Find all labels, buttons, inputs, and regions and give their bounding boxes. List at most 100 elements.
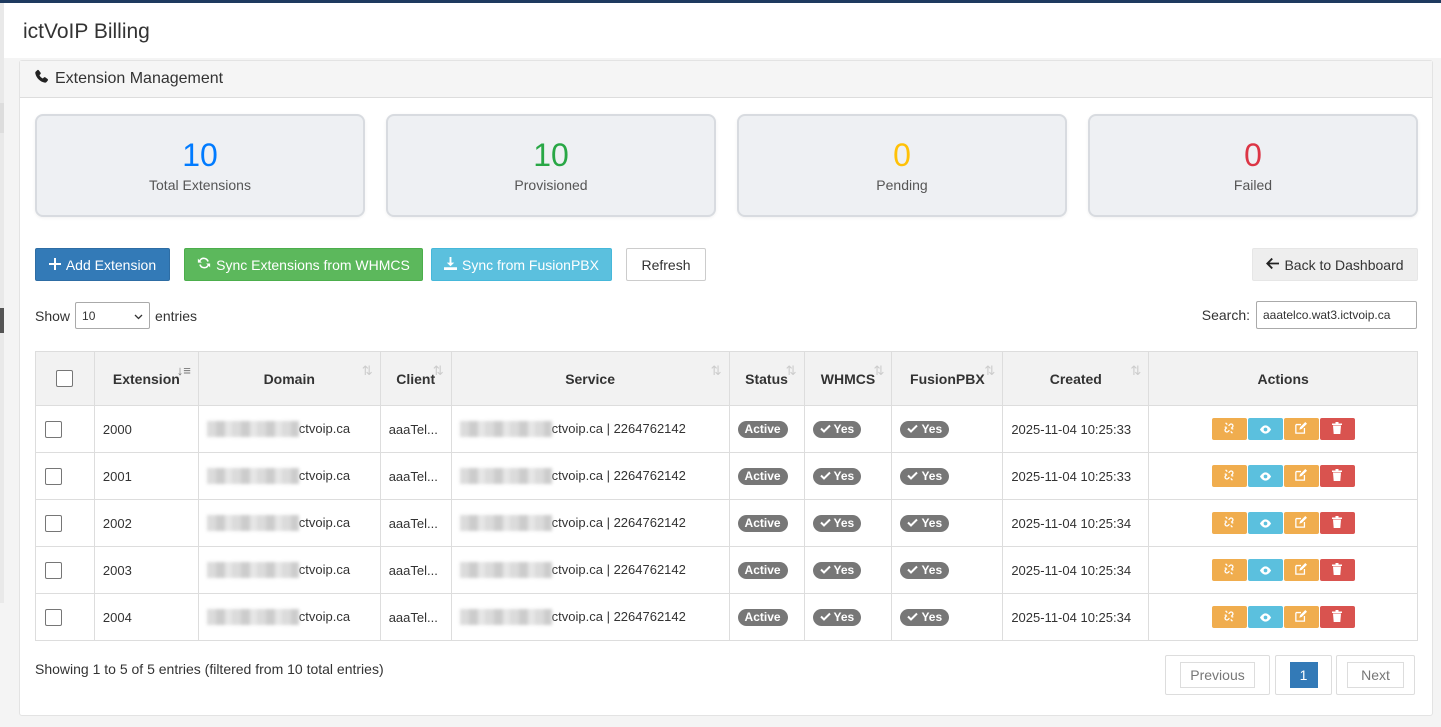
show-label: Show xyxy=(35,307,71,324)
page-1-button[interactable]: 1 xyxy=(1289,662,1318,688)
created-value: 2025-11-04 10:25:34 xyxy=(1011,515,1132,531)
column-fusionpbx[interactable]: FusionPBX ⇅ xyxy=(891,351,1004,406)
fusionpbx-text: Yes xyxy=(921,610,943,624)
whmcs-text: Yes xyxy=(833,563,855,577)
refresh-button[interactable]: Refresh xyxy=(626,248,706,281)
column-created[interactable]: Created ⇅ xyxy=(1002,351,1150,406)
unlink-button[interactable] xyxy=(1211,465,1247,487)
row-checkbox[interactable] xyxy=(45,514,62,532)
arrow-left-icon xyxy=(1266,257,1280,273)
unlink-button[interactable] xyxy=(1211,606,1247,628)
created-cell: 2025-11-04 10:25:34 xyxy=(1002,546,1150,594)
plus-icon xyxy=(48,257,61,273)
eye-icon xyxy=(1259,563,1272,578)
domain-cell: ctvoip.ca xyxy=(197,452,381,500)
fusionpbx-text: Yes xyxy=(921,422,943,436)
service-value: ctvoip.ca | 2264762142 xyxy=(551,608,686,624)
column-status[interactable]: Status ⇅ xyxy=(728,351,805,406)
sync-whmcs-button[interactable]: Sync Extensions from WHMCS xyxy=(184,248,423,281)
unlink-button[interactable] xyxy=(1211,512,1247,534)
edit-button[interactable] xyxy=(1283,512,1319,534)
column-client[interactable]: Client ⇅ xyxy=(379,351,452,406)
view-button[interactable] xyxy=(1247,418,1283,440)
delete-button[interactable] xyxy=(1319,465,1355,487)
whmcs-text: Yes xyxy=(833,516,855,530)
delete-button[interactable] xyxy=(1319,559,1355,581)
fusionpbx-badge: Yes xyxy=(900,467,950,485)
row-checkbox[interactable] xyxy=(45,420,62,438)
previous-page-button[interactable]: Previous xyxy=(1180,662,1255,688)
extension-cell: 2000 xyxy=(93,405,199,453)
select-all-checkbox[interactable] xyxy=(56,370,74,388)
edit-button[interactable] xyxy=(1283,606,1319,628)
edit-icon xyxy=(1295,562,1308,578)
view-button[interactable] xyxy=(1247,606,1283,628)
edit-button[interactable] xyxy=(1283,559,1319,581)
next-page-button[interactable]: Next xyxy=(1347,662,1404,688)
whmcs-cell: Yes xyxy=(803,452,893,500)
column-extension[interactable]: Extension ↓≡ xyxy=(93,351,199,406)
sync-fusionpbx-button[interactable]: Sync from FusionPBX xyxy=(431,248,612,281)
entries-select[interactable]: 10 xyxy=(75,302,151,329)
panel-title: Extension Management xyxy=(55,70,224,87)
actions-cell xyxy=(1148,593,1418,641)
stat-card-failed: 0 Failed xyxy=(1088,114,1418,217)
edit-button[interactable] xyxy=(1283,418,1319,440)
created-cell: 2025-11-04 10:25:34 xyxy=(1002,593,1150,641)
column-service[interactable]: Service ⇅ xyxy=(450,351,730,406)
view-button[interactable] xyxy=(1247,465,1283,487)
row-checkbox[interactable] xyxy=(45,467,62,485)
view-button[interactable] xyxy=(1247,512,1283,534)
view-button[interactable] xyxy=(1247,559,1283,581)
add-extension-label: Add Extension xyxy=(65,256,157,273)
check-icon xyxy=(907,563,919,577)
sort-icon: ⇅ xyxy=(432,363,444,378)
fusionpbx-badge: Yes xyxy=(900,608,950,626)
sync-fusionpbx-label: Sync from FusionPBX xyxy=(462,256,599,273)
created-cell: 2025-11-04 10:25:33 xyxy=(1002,452,1150,500)
stat-value: 0 xyxy=(893,137,911,173)
service-value: ctvoip.ca | 2264762142 xyxy=(551,467,686,483)
extension-value: 2004 xyxy=(102,609,132,625)
back-to-dashboard-button[interactable]: Back to Dashboard xyxy=(1252,248,1418,281)
column-whmcs[interactable]: WHMCS ⇅ xyxy=(803,351,893,406)
redacted-text xyxy=(459,468,552,485)
panel-heading: Extension Management xyxy=(20,61,1432,98)
sidebar-edge xyxy=(0,3,4,603)
row-checkbox[interactable] xyxy=(45,561,62,579)
fusionpbx-cell: Yes xyxy=(891,499,1004,547)
delete-button[interactable] xyxy=(1319,606,1355,628)
column-label: Created xyxy=(1049,370,1102,387)
unlink-button[interactable] xyxy=(1211,418,1247,440)
check-icon xyxy=(819,563,831,577)
status-cell: Active xyxy=(728,593,805,641)
client-cell: aaaTel... xyxy=(379,405,452,453)
table-header-row: Extension ↓≡ Domain ⇅ Client ⇅ Service ⇅ Sta… xyxy=(35,351,1418,406)
domain-cell: ctvoip.ca xyxy=(197,546,381,594)
row-checkbox[interactable] xyxy=(45,608,62,626)
stat-label: Total Extensions xyxy=(149,177,251,193)
add-extension-button[interactable]: Add Extension xyxy=(35,248,170,281)
check-icon xyxy=(907,469,919,483)
created-value: 2025-11-04 10:25:34 xyxy=(1011,562,1132,578)
download-icon xyxy=(444,256,458,273)
phone-icon xyxy=(34,69,55,89)
whmcs-cell: Yes xyxy=(803,405,893,453)
status-cell: Active xyxy=(728,452,805,500)
sort-icon: ⇅ xyxy=(710,363,722,378)
unlink-button[interactable] xyxy=(1211,559,1247,581)
edit-button[interactable] xyxy=(1283,465,1319,487)
delete-button[interactable] xyxy=(1319,512,1355,534)
row-actions xyxy=(1157,512,1409,534)
client-cell: aaaTel... xyxy=(379,593,452,641)
search-input[interactable]: aaatelco.wat3.ictvoip.ca xyxy=(1256,301,1417,329)
delete-button[interactable] xyxy=(1319,418,1355,440)
table-body: 2000 ctvoip.ca aaaTel... ctvoip.ca | 226… xyxy=(35,405,1418,641)
client-value: aaaTel... xyxy=(388,609,438,625)
service-cell: ctvoip.ca | 2264762142 xyxy=(450,405,730,453)
status-badge: Active xyxy=(737,561,788,579)
actions-cell xyxy=(1148,546,1418,594)
column-domain[interactable]: Domain ⇅ xyxy=(197,351,381,406)
whmcs-cell: Yes xyxy=(803,546,893,594)
created-cell: 2025-11-04 10:25:34 xyxy=(1002,499,1150,547)
